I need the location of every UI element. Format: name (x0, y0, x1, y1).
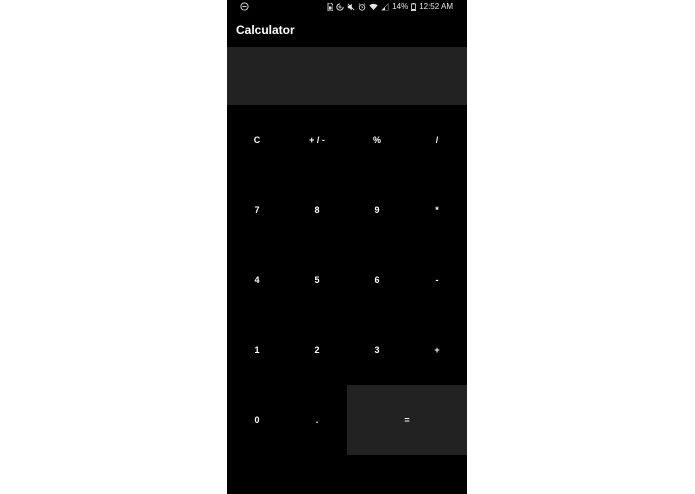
app-title: Calculator (236, 23, 295, 37)
add-button[interactable]: + (407, 315, 467, 385)
status-bar: 14% 12:52 AM (227, 0, 467, 14)
digit-1-button[interactable]: 1 (227, 315, 287, 385)
keypad: C + / - % / 7 8 9 * 4 5 6 - 1 2 3 + 0 . … (227, 105, 467, 455)
status-icons: 14% 12:52 AM (327, 2, 453, 12)
wifi-icon (369, 3, 378, 11)
alarm-icon (358, 3, 366, 11)
clear-button[interactable]: C (227, 105, 287, 175)
digit-0-button[interactable]: 0 (227, 385, 287, 455)
digit-6-button[interactable]: 6 (347, 245, 407, 315)
phone-screen: 14% 12:52 AM Calculator C + / - % / 7 8 … (227, 0, 467, 494)
dnd-icon (240, 2, 249, 11)
digit-8-button[interactable]: 8 (287, 175, 347, 245)
equals-button[interactable]: = (347, 385, 467, 455)
digit-9-button[interactable]: 9 (347, 175, 407, 245)
percent-button[interactable]: % (347, 105, 407, 175)
data-saver-icon (336, 3, 344, 11)
digit-3-button[interactable]: 3 (347, 315, 407, 385)
decimal-button[interactable]: . (287, 385, 347, 455)
app-bar: Calculator (227, 14, 467, 47)
mute-icon (347, 3, 355, 11)
calculator-display (227, 47, 467, 105)
battery-percent: 14% (392, 2, 409, 11)
divide-button[interactable]: / (407, 105, 467, 175)
sign-toggle-button[interactable]: + / - (287, 105, 347, 175)
digit-4-button[interactable]: 4 (227, 245, 287, 315)
digit-2-button[interactable]: 2 (287, 315, 347, 385)
multiply-button[interactable]: * (407, 175, 467, 245)
digit-5-button[interactable]: 5 (287, 245, 347, 315)
battery-icon (411, 3, 417, 11)
subtract-button[interactable]: - (407, 245, 467, 315)
signal-icon (381, 3, 389, 11)
digit-7-button[interactable]: 7 (227, 175, 287, 245)
sim-icon (327, 3, 334, 11)
status-time: 12:52 AM (419, 2, 453, 11)
